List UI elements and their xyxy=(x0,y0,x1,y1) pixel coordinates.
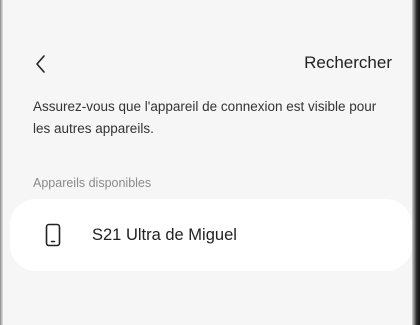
bluetooth-pairing-screen: Rechercher Assurez-vous que l'appareil d… xyxy=(0,0,412,325)
app-bar: Rechercher xyxy=(0,46,412,82)
available-devices-heading: Appareils disponibles xyxy=(33,176,152,190)
device-name: S21 Ultra de Miguel xyxy=(92,226,237,244)
list-item-device[interactable]: S21 Ultra de Miguel xyxy=(10,199,412,271)
chevron-left-icon xyxy=(36,55,45,73)
search-button[interactable]: Rechercher xyxy=(304,53,392,73)
device-list-card: S21 Ultra de Miguel xyxy=(10,199,412,271)
device-frame-right xyxy=(412,0,420,325)
back-button[interactable] xyxy=(30,52,54,76)
visibility-hint: Assurez-vous que l'appareil de connexion… xyxy=(33,99,377,136)
device-frame-left xyxy=(0,0,3,325)
smartphone-icon xyxy=(45,223,61,247)
